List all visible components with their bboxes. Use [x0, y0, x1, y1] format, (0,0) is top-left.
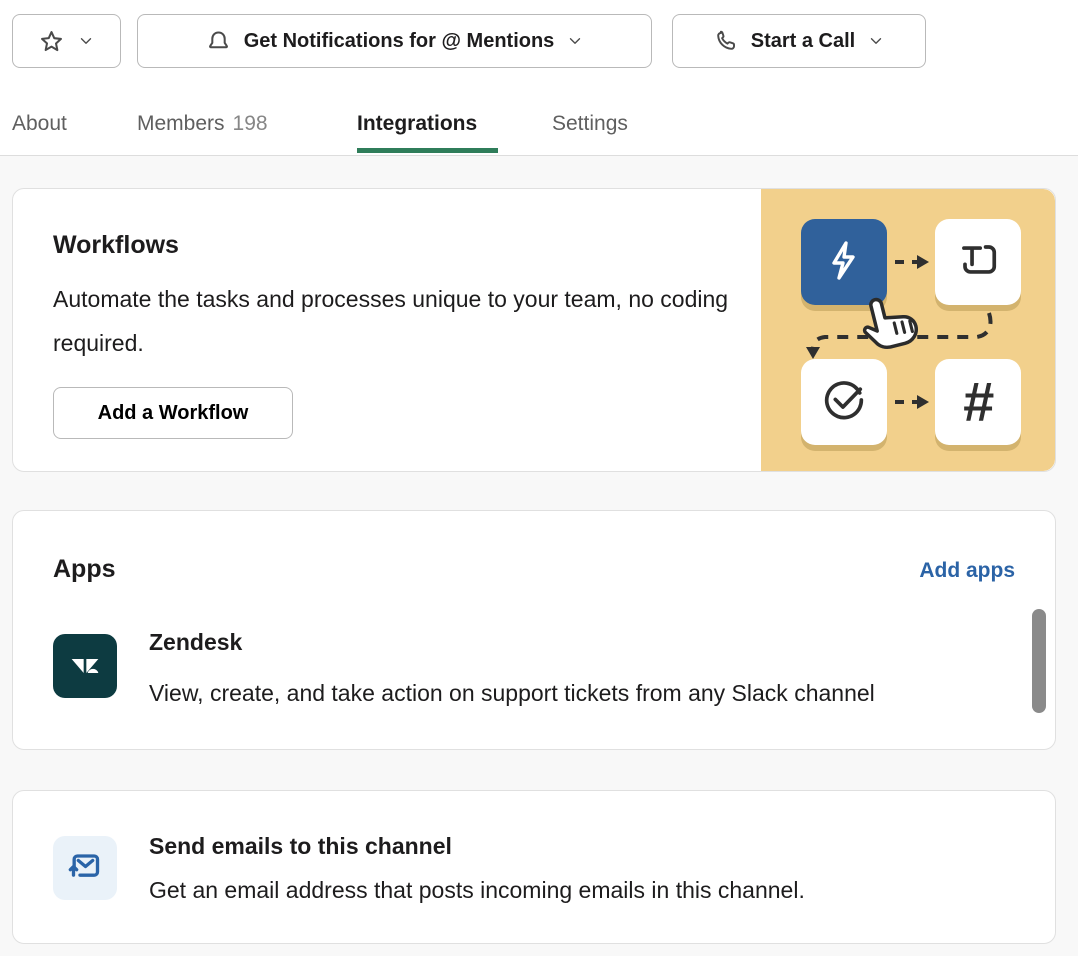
star-channel-button[interactable] [12, 14, 121, 68]
notifications-button-label: Get Notifications for @ Mentions [244, 30, 555, 53]
send-emails-description: Get an email address that posts incoming… [149, 877, 805, 904]
app-name: Zendesk [149, 629, 242, 656]
workflows-illustration: # [761, 189, 1055, 471]
start-call-button-label: Start a Call [751, 30, 855, 53]
add-workflow-button[interactable]: Add a Workflow [53, 387, 293, 439]
zendesk-app-icon [53, 634, 117, 698]
workflows-description: Automate the tasks and processes unique … [53, 277, 733, 365]
tab-members-count: 198 [233, 112, 268, 136]
text-insert-icon [952, 234, 1004, 291]
channel-header: Get Notifications for @ Mentions Start a… [0, 0, 1078, 156]
workflows-title: Workflows [53, 231, 179, 260]
tab-members[interactable]: Members 198 [137, 106, 268, 142]
tab-integrations-label: Integrations [357, 112, 477, 136]
hash-icon: # [962, 374, 993, 430]
email-tile [53, 836, 117, 900]
workflows-card: Workflows Automate the tasks and process… [12, 188, 1056, 472]
chevron-down-icon [867, 32, 885, 50]
apps-scrollbar[interactable] [1032, 609, 1046, 713]
star-icon [38, 28, 65, 55]
workflow-form-tile [935, 219, 1021, 305]
add-workflow-button-label: Add a Workflow [98, 402, 249, 425]
tab-about[interactable]: About [12, 106, 67, 142]
cursor-hand-icon [859, 283, 929, 358]
check-circle-icon [818, 374, 870, 431]
workflow-check-tile [801, 359, 887, 445]
active-tab-underline [357, 148, 498, 153]
chevron-down-icon [77, 32, 95, 50]
incoming-email-icon [65, 846, 105, 891]
send-emails-title: Send emails to this channel [149, 833, 452, 860]
start-call-button[interactable]: Start a Call [672, 14, 926, 68]
tab-settings-label: Settings [552, 112, 628, 136]
apps-title: Apps [53, 555, 116, 584]
notifications-button[interactable]: Get Notifications for @ Mentions [137, 14, 652, 68]
lightning-bolt-icon [820, 236, 868, 289]
chevron-down-icon [566, 32, 584, 50]
tab-about-label: About [12, 112, 67, 136]
add-apps-link[interactable]: Add apps [919, 559, 1015, 583]
workflow-channel-tile: # [935, 359, 1021, 445]
app-description: View, create, and take action on support… [149, 671, 1009, 715]
send-emails-card[interactable]: Send emails to this channel Get an email… [12, 790, 1056, 944]
bell-icon [205, 28, 232, 55]
phone-icon [713, 28, 739, 54]
apps-card: Apps Add apps Zendesk View, create, and … [12, 510, 1056, 750]
channel-details-panel: Get Notifications for @ Mentions Start a… [0, 0, 1078, 956]
tab-members-label: Members [137, 112, 225, 136]
tab-settings[interactable]: Settings [552, 106, 628, 142]
tab-integrations[interactable]: Integrations [357, 106, 477, 142]
